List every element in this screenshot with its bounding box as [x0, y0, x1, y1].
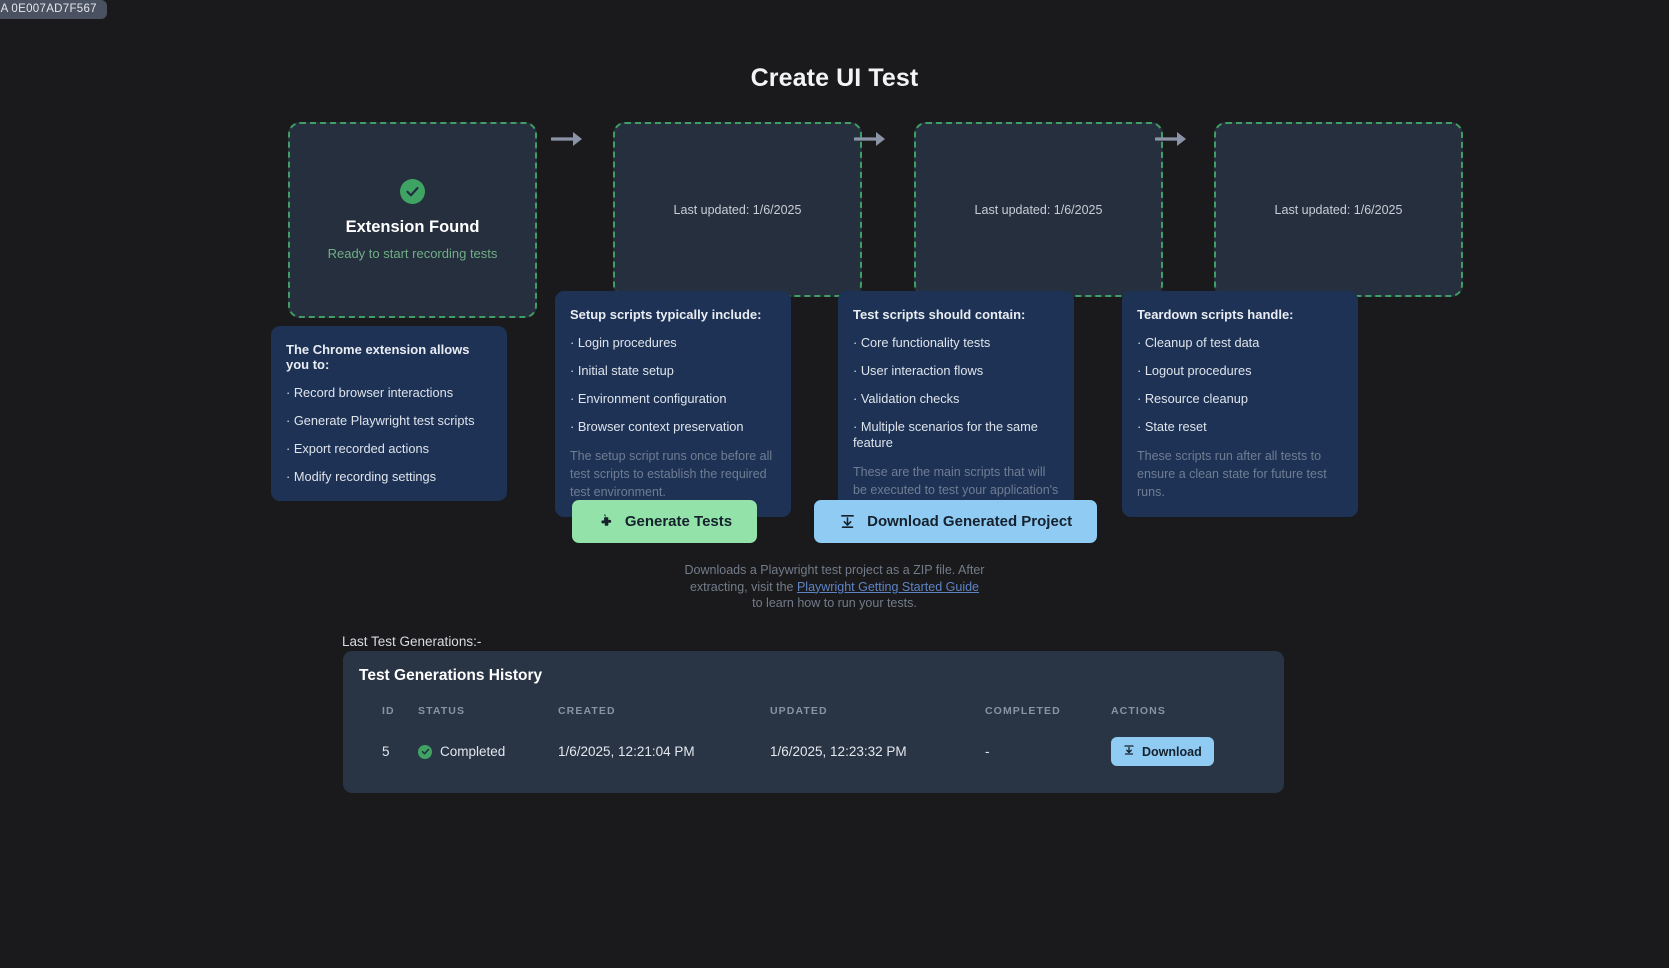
- teardown-scripts-dropzone[interactable]: Last updated: 1/6/2025: [1214, 122, 1463, 297]
- page-title: Create UI Test: [750, 64, 919, 92]
- generate-tests-button[interactable]: Generate Tests: [571, 500, 758, 543]
- check-circle-icon: [418, 744, 432, 759]
- status-badge: Completed: [440, 744, 506, 759]
- info-card-item: · Login procedures: [570, 335, 677, 350]
- steps-row: Extension Found Ready to start recording…: [288, 122, 1463, 318]
- action-buttons: Generate Tests Download Generated Projec…: [0, 500, 1669, 543]
- corner-badge: CA 0E007AD7F567: [0, 0, 107, 19]
- column-header-completed: COMPLETED: [985, 705, 1061, 717]
- helper-text-after: to learn how to run your tests.: [752, 596, 917, 610]
- extension-status-title: Extension Found: [345, 218, 480, 236]
- test-scripts-dropzone[interactable]: Last updated: 1/6/2025: [914, 122, 1163, 297]
- history-section-label: Last Test Generations:-: [342, 634, 482, 649]
- page-root: CA 0E007AD7F567 Create UI Test Extension…: [0, 0, 1669, 968]
- info-card-item: · Validation checks: [853, 390, 960, 406]
- info-card-note: The setup script runs once before all te…: [570, 448, 773, 500]
- row-download-label: Download: [1142, 744, 1202, 759]
- column-header-updated: UPDATED: [770, 705, 828, 717]
- info-card-item: · State reset: [1137, 418, 1207, 434]
- cell-actions: Download: [1111, 737, 1269, 766]
- download-project-button[interactable]: Download Generated Project: [814, 500, 1098, 543]
- info-card-item: · User interaction flows: [853, 362, 984, 378]
- info-card-note: These scripts run after all tests to ens…: [1137, 448, 1327, 500]
- arrow-right-icon: [550, 128, 586, 150]
- info-card-setup: Setup scripts typically include: · Login…: [555, 291, 791, 518]
- test-generations-history-card: Test Generations History ID STATUS CREAT…: [343, 651, 1284, 793]
- generate-tests-label: Generate Tests: [624, 513, 733, 530]
- info-card-tests: Test scripts should contain: · Core func…: [838, 291, 1074, 534]
- table-header-row: ID STATUS CREATED UPDATED COMPLETED ACTI…: [358, 705, 1269, 737]
- info-card-item: · Environment configuration: [570, 390, 727, 406]
- extension-status-subtitle: Ready to start recording tests: [327, 246, 498, 261]
- cell-status: Completed: [418, 737, 558, 766]
- cell-created: 1/6/2025, 12:21:04 PM: [558, 744, 695, 759]
- test-last-updated: Last updated: 1/6/2025: [974, 202, 1103, 217]
- table-row[interactable]: 5 Completed 1/6/2025, 12:21:04 PM 1/6/20…: [358, 737, 1269, 766]
- arrow-right-icon: [853, 128, 889, 150]
- info-card-teardown: Teardown scripts handle: · Cleanup of te…: [1122, 291, 1358, 518]
- info-card-heading: The Chrome extension allows you to:: [286, 342, 470, 372]
- check-circle-icon: [400, 179, 425, 204]
- info-card-item: · Resource cleanup: [1137, 390, 1248, 406]
- setup-scripts-dropzone[interactable]: Last updated: 1/6/2025: [613, 122, 862, 297]
- info-card-heading: Teardown scripts handle:: [1137, 307, 1294, 322]
- row-download-button[interactable]: Download: [1111, 737, 1214, 766]
- column-header-actions: ACTIONS: [1111, 705, 1166, 717]
- info-card-extension: The Chrome extension allows you to: · Re…: [271, 326, 507, 501]
- info-card-heading: Test scripts should contain:: [853, 307, 1026, 322]
- info-card-item: · Cleanup of test data: [1137, 335, 1260, 350]
- column-header-created: CREATED: [558, 705, 616, 717]
- info-card-item: · Core functionality tests: [853, 335, 991, 350]
- info-card-item: · Export recorded actions: [286, 440, 429, 456]
- teardown-last-updated: Last updated: 1/6/2025: [1274, 202, 1403, 217]
- info-card-heading: Setup scripts typically include:: [570, 307, 762, 322]
- info-card-item: · Initial state setup: [570, 362, 674, 378]
- extension-status-card[interactable]: Extension Found Ready to start recording…: [288, 122, 537, 318]
- cell-completed: -: [985, 744, 990, 759]
- download-helper-text: Downloads a Playwright test project as a…: [685, 562, 985, 612]
- setup-last-updated: Last updated: 1/6/2025: [673, 202, 802, 217]
- info-card-item: · Browser context preservation: [570, 418, 744, 434]
- column-header-status: STATUS: [418, 705, 466, 717]
- info-card-item: · Generate Playwright test scripts: [286, 412, 475, 428]
- puzzle-piece-icon: [597, 513, 614, 530]
- cell-id: 5: [382, 744, 390, 759]
- arrow-right-icon: [1154, 128, 1190, 150]
- info-card-item: · Logout procedures: [1137, 362, 1252, 378]
- column-header-id: ID: [382, 705, 395, 717]
- info-card-item: · Multiple scenarios for the same featur…: [853, 418, 1038, 450]
- download-icon: [839, 513, 856, 530]
- playwright-guide-link[interactable]: Playwright Getting Started Guide: [797, 580, 979, 594]
- history-table: ID STATUS CREATED UPDATED COMPLETED ACTI…: [358, 705, 1269, 766]
- download-project-label: Download Generated Project: [867, 513, 1073, 530]
- cell-updated: 1/6/2025, 12:23:32 PM: [770, 744, 907, 759]
- history-card-title: Test Generations History: [359, 667, 543, 684]
- info-card-item: · Record browser interactions: [286, 385, 454, 400]
- download-icon: [1123, 744, 1135, 759]
- info-card-item: · Modify recording settings: [286, 468, 437, 484]
